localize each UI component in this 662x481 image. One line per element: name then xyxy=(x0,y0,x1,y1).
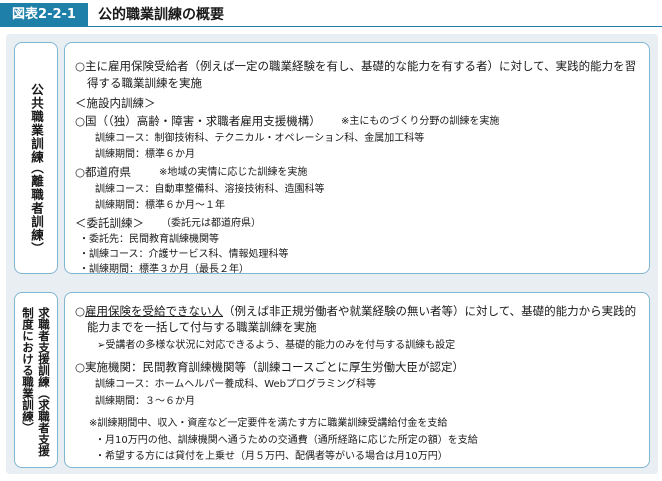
seeker-intro-rest: （例えば非正規労働者や就業経験の無い者等）に対して、基礎的能力から実践的 xyxy=(223,304,637,318)
page-title: 公的職業訓練の概要 xyxy=(98,7,224,23)
national-provider: ○国（（独）高齢・障害・求職者雇用支援機構） xyxy=(75,114,321,128)
consignment-provider: ・委託先：民間教育訓練機関等 xyxy=(79,234,219,245)
figure-number-badge: 図表2-2-1 xyxy=(0,3,88,27)
public-training-label-sub: （離職者訓練） xyxy=(29,161,44,256)
prefecture-note: ※地域の実情に応じた訓練を実施 xyxy=(159,167,308,178)
seeker-intro-bullet: ○ xyxy=(75,304,86,318)
header: 図表2-2-1 公的職業訓練の概要 xyxy=(0,0,662,30)
seeker-benefit-item-2: ・希望する方には貸付を上乗せ（月５万円、配偶者等がいる場合は月10万円） xyxy=(95,451,448,462)
public-training-panel: ○主に雇用保険受給者（例えば一定の職業経験を有し、基礎的な能力を有する者）に対し… xyxy=(64,42,650,275)
prefecture-provider: ○都道府県 xyxy=(75,165,132,179)
header-divider xyxy=(88,26,662,27)
national-course: 訓練コース：制御技術科、テクニカル・オペレーション科、金属加工科等 xyxy=(95,133,425,144)
prefecture-period: 訓練期間：標準６か月～１年 xyxy=(95,200,225,211)
public-training-side-label: 公共職業訓練 （離職者訓練） xyxy=(14,42,58,274)
seeker-benefit-item-1: ・月10万円の他、訓練機関へ通うための交通費（通所経路に応じた所定の額）を支給 xyxy=(95,435,478,446)
public-training-label-main: 公共職業訓練 xyxy=(29,83,44,164)
seeker-implementer: ○実施機関：民間教育訓練機関等（訓練コースごとに厚生労働大臣が認定） xyxy=(75,360,464,374)
public-training-intro-2: 得する職業訓練を実施 xyxy=(87,76,202,90)
seeker-period: 訓練期間：３～６か月 xyxy=(95,396,195,407)
seeker-support-label-main: 求職者支援訓練（求職者支援 xyxy=(37,307,51,457)
seeker-support-side-label: 求職者支援訓練（求職者支援 制度における職業訓練） xyxy=(14,292,58,468)
national-note: ※主にものづくり分野の訓練を実施 xyxy=(341,116,500,127)
seeker-intro-2: 能力までを一括して付与する職業訓練を実施 xyxy=(87,320,317,334)
in-facility-heading: ＜施設内訓練＞ xyxy=(75,96,156,110)
consignment-note: （委託元は都道府県） xyxy=(161,218,261,229)
seeker-course: 訓練コース：ホームヘルパー養成科、Webプログラミング科等 xyxy=(95,379,377,390)
consignment-heading: ＜委託訓練＞ xyxy=(75,216,144,230)
seeker-support-label-sub: 制度における職業訓練） xyxy=(21,307,35,434)
seeker-intro-target: 雇用保険を受給できない人 xyxy=(85,304,224,318)
content-frame: 公共職業訓練 （離職者訓練） ○主に雇用保険受給者（例えば一定の職業経験を有し、… xyxy=(6,34,658,474)
consignment-course: ・訓練コース：介護サービス科、情報処理科等 xyxy=(79,249,289,260)
national-period: 訓練期間：標準６か月 xyxy=(95,149,195,160)
seeker-support-panel: ○雇用保険を受給できない人（例えば非正規労働者や就業経験の無い者等）に対して、基… xyxy=(64,292,650,468)
seeker-intro-1: ○雇用保険を受給できない人（例えば非正規労働者や就業経験の無い者等）に対して、基… xyxy=(75,304,636,318)
public-training-intro-1: ○主に雇用保険受給者（例えば一定の職業経験を有し、基礎的な能力を有する者）に対し… xyxy=(75,59,637,73)
consignment-period: ・訓練期間：標準３か月（最長２年） xyxy=(79,264,249,275)
seeker-sub-note: ➢受講者の多様な状況に対応できるよう、基礎的能力のみを付与する訓練も設定 xyxy=(97,340,456,351)
prefecture-course: 訓練コース：自動車整備科、溶接技術科、造園科等 xyxy=(95,184,325,195)
seeker-benefit: ※訓練期間中、収入・資産など一定要件を満たす方に職業訓練受講給付金を支給 xyxy=(89,418,448,429)
